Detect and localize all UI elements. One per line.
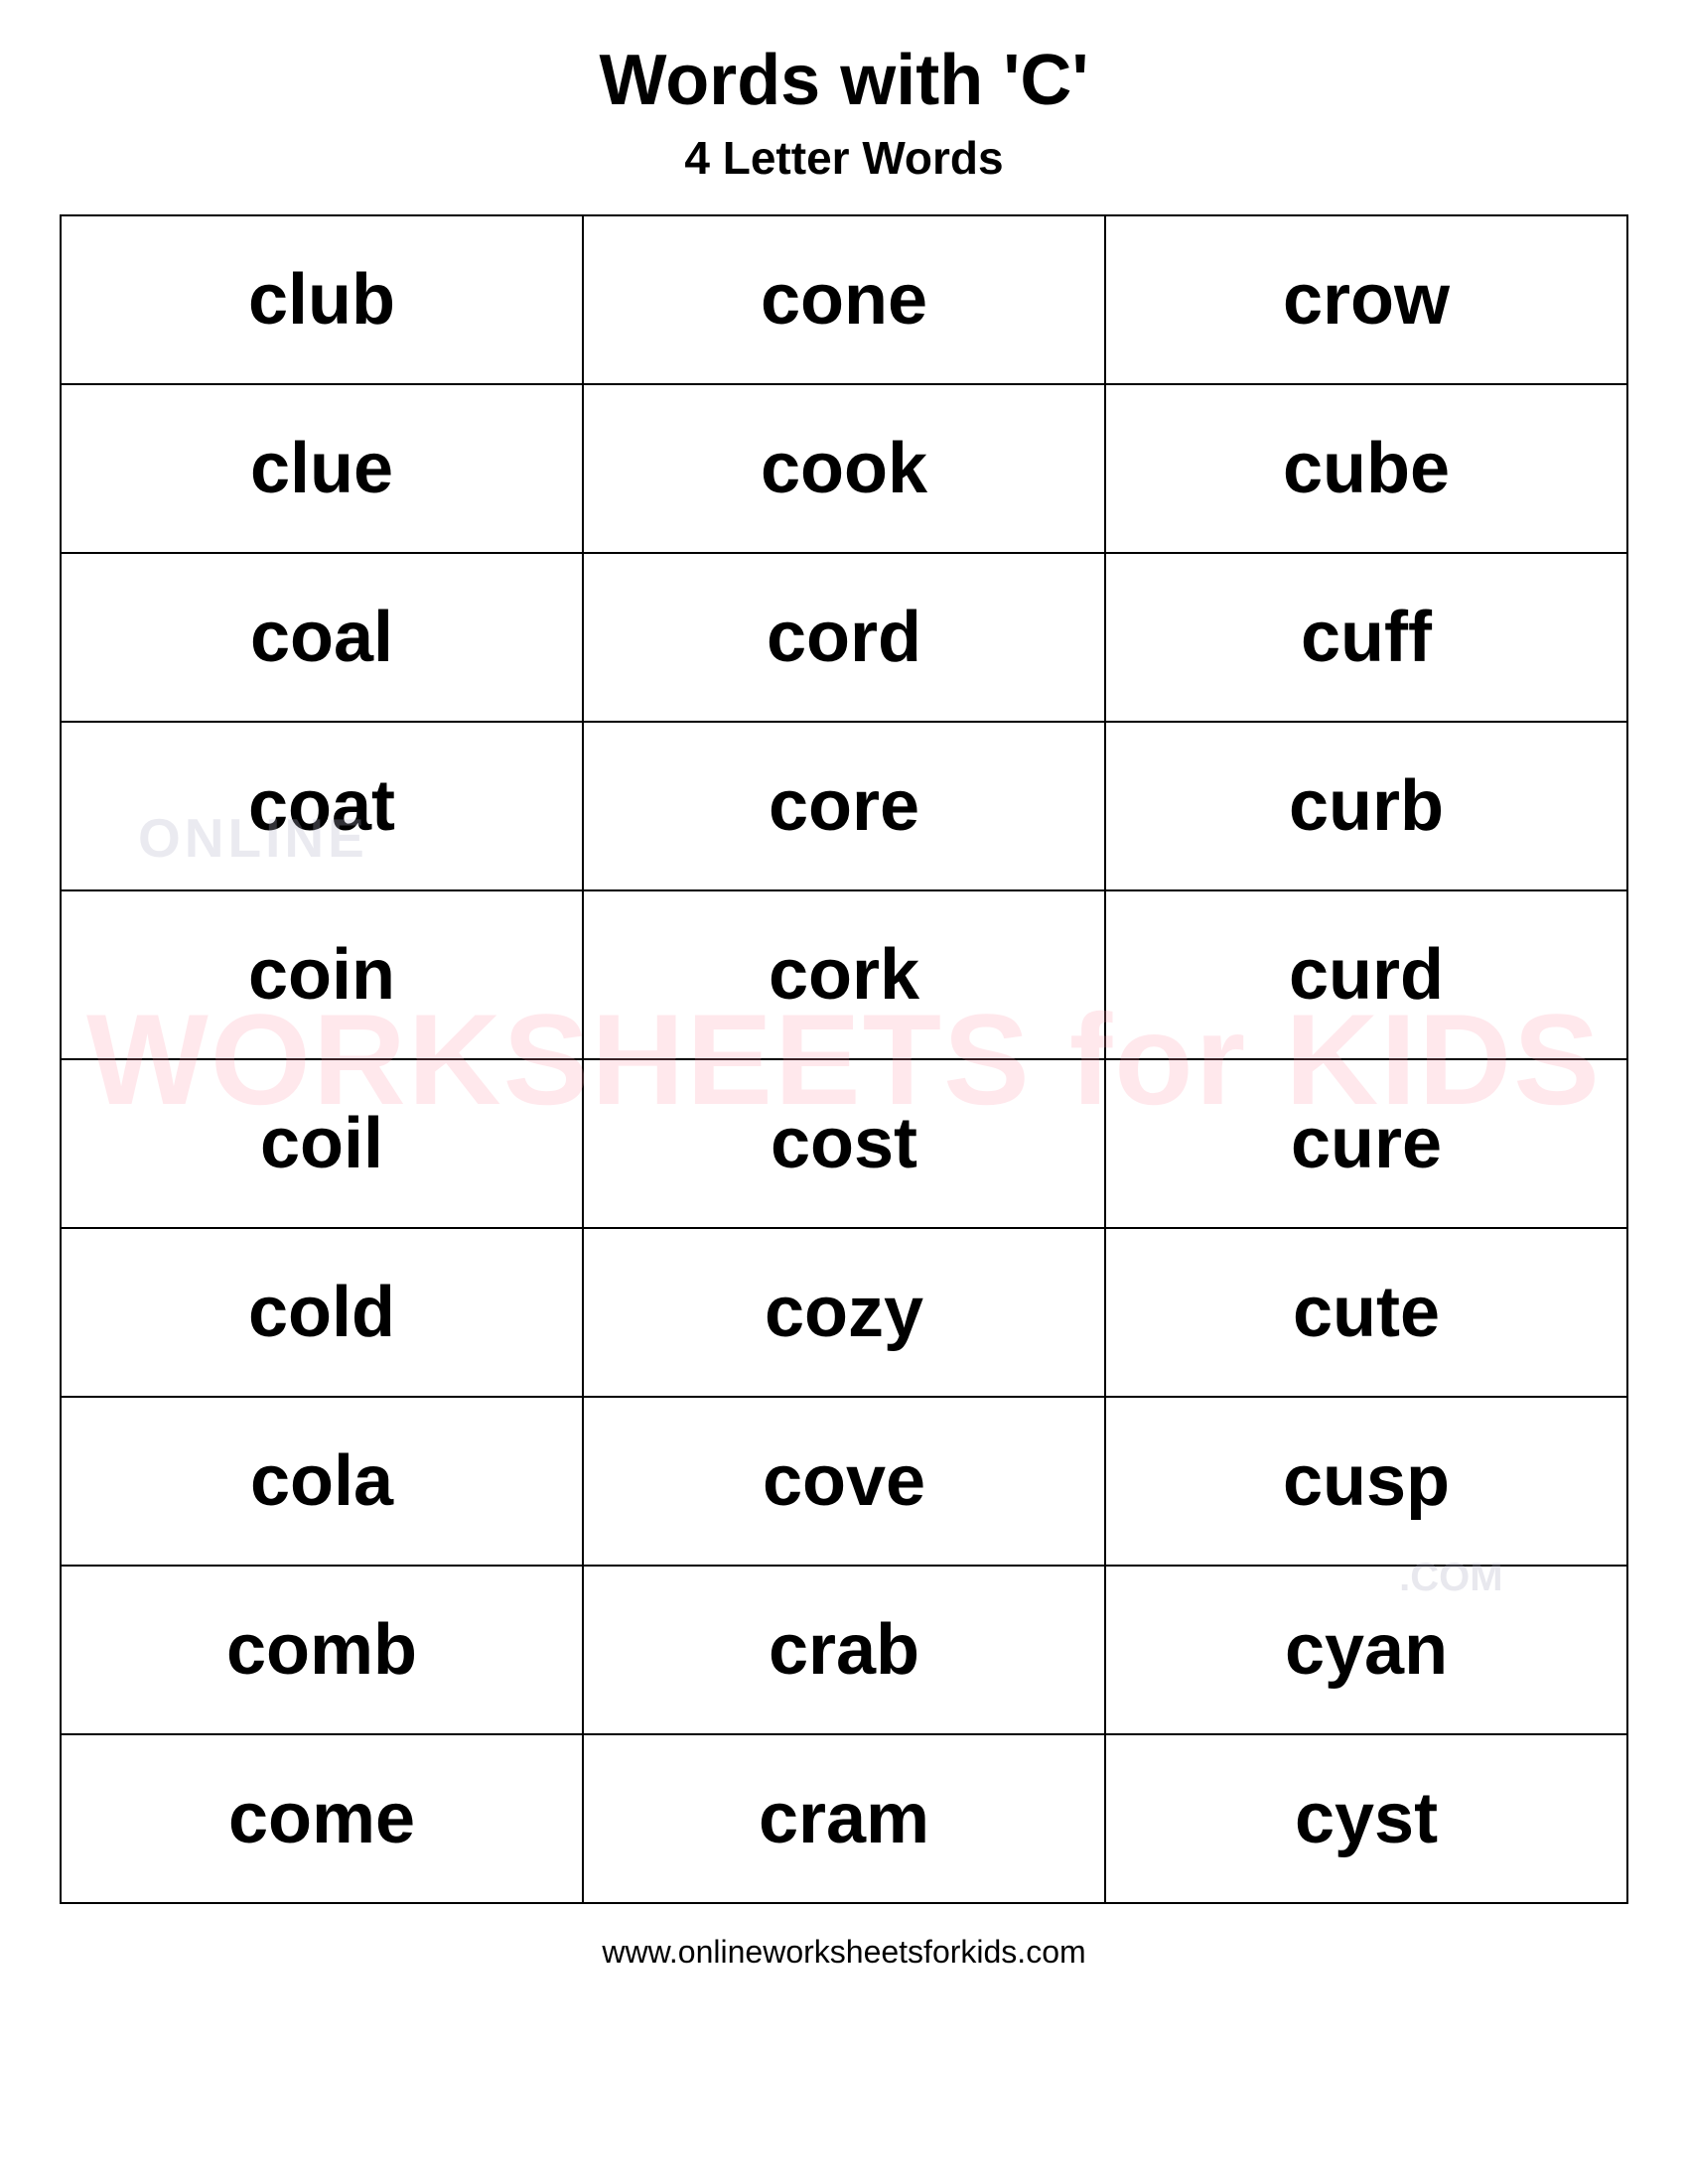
word-cell: cure — [1105, 1059, 1627, 1228]
word-cell: cork — [583, 890, 1105, 1059]
word-cell: cost — [583, 1059, 1105, 1228]
word-cell: cusp — [1105, 1397, 1627, 1566]
word-cell: cook — [583, 384, 1105, 553]
table-row: coilcostcure — [61, 1059, 1627, 1228]
table-row: coldcozycute — [61, 1228, 1627, 1397]
word-cell: cyan — [1105, 1566, 1627, 1734]
word-cell: cube — [1105, 384, 1627, 553]
word-cell: core — [583, 722, 1105, 890]
word-cell: cone — [583, 215, 1105, 384]
word-cell: coat — [61, 722, 583, 890]
word-cell: cove — [583, 1397, 1105, 1566]
word-table-wrapper: ONLINE WORKSHEETS for KIDS .COM clubcone… — [60, 214, 1628, 1904]
table-row: comecramcyst — [61, 1734, 1627, 1903]
word-cell: coal — [61, 553, 583, 722]
page-subtitle: 4 Letter Words — [684, 131, 1003, 185]
word-table: clubconecrowcluecookcubecoalcordcuffcoat… — [60, 214, 1628, 1904]
word-cell: crow — [1105, 215, 1627, 384]
table-row: coincorkcurd — [61, 890, 1627, 1059]
table-row: coatcorecurb — [61, 722, 1627, 890]
word-cell: cola — [61, 1397, 583, 1566]
word-cell: cute — [1105, 1228, 1627, 1397]
word-cell: cuff — [1105, 553, 1627, 722]
word-cell: cozy — [583, 1228, 1105, 1397]
word-cell: comb — [61, 1566, 583, 1734]
word-cell: cram — [583, 1734, 1105, 1903]
word-cell: curb — [1105, 722, 1627, 890]
table-row: cluecookcube — [61, 384, 1627, 553]
word-cell: clue — [61, 384, 583, 553]
table-row: combcrabcyan — [61, 1566, 1627, 1734]
table-row: coalcordcuff — [61, 553, 1627, 722]
word-cell: coin — [61, 890, 583, 1059]
word-cell: curd — [1105, 890, 1627, 1059]
word-cell: coil — [61, 1059, 583, 1228]
word-cell: crab — [583, 1566, 1105, 1734]
word-cell: club — [61, 215, 583, 384]
word-cell: cold — [61, 1228, 583, 1397]
word-cell: cord — [583, 553, 1105, 722]
table-row: clubconecrow — [61, 215, 1627, 384]
table-row: colacovecusp — [61, 1397, 1627, 1566]
word-cell: cyst — [1105, 1734, 1627, 1903]
footer-url: www.onlineworksheetsforkids.com — [602, 1934, 1085, 1971]
word-cell: come — [61, 1734, 583, 1903]
page-title: Words with 'C' — [600, 40, 1089, 121]
